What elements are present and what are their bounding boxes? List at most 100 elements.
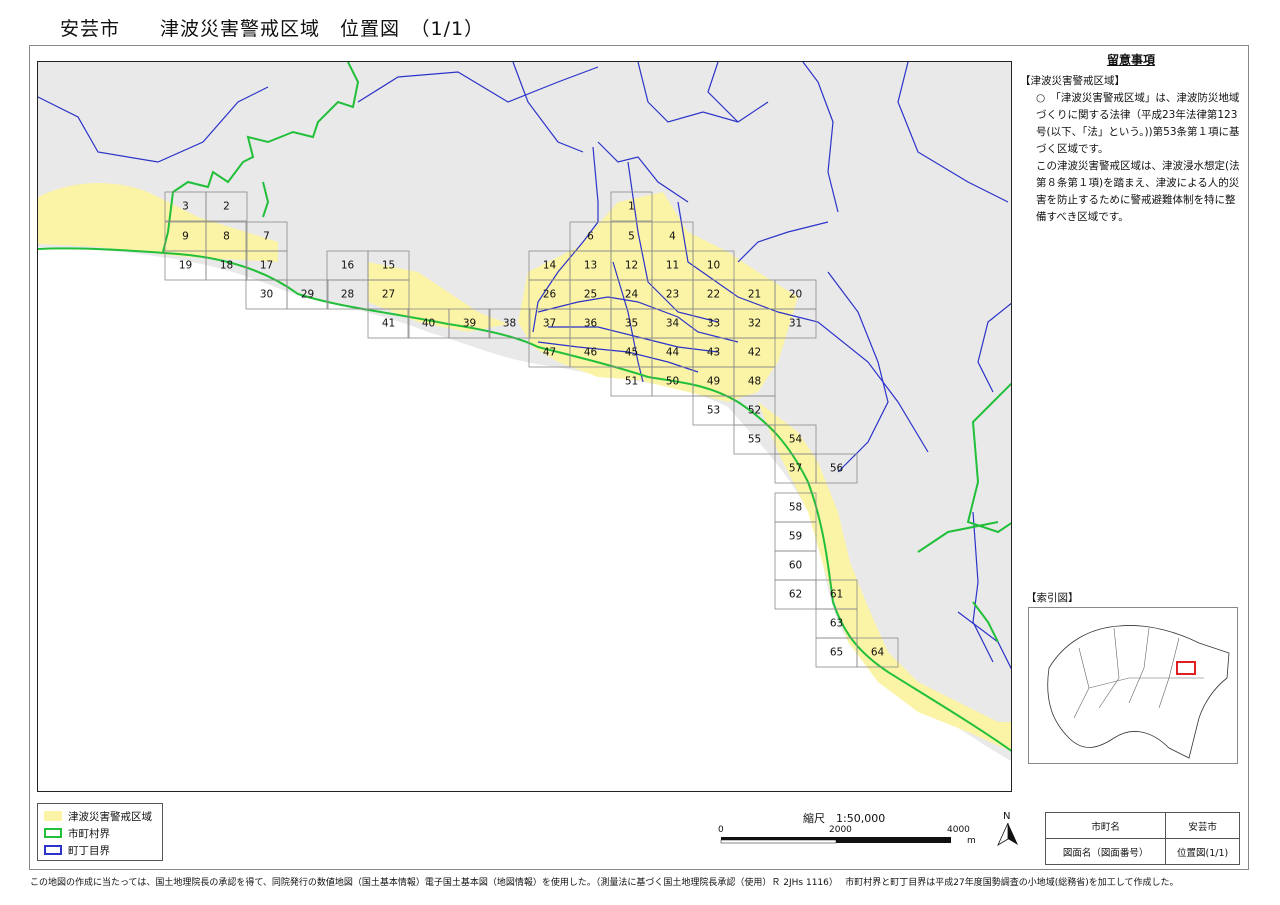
info-table: 市町名 安芸市 図面名（図面番号） 位置図(1/1) xyxy=(1044,812,1240,865)
map-sheet-number: 49 xyxy=(707,376,720,388)
map-sheet-number: 60 xyxy=(789,560,802,572)
map-sheet-number: 47 xyxy=(543,347,556,359)
page-title: 安芸市 津波災害警戒区域 位置図 （1/1） xyxy=(60,18,485,40)
map-sheet-number: 37 xyxy=(543,318,556,330)
legend-label-town: 町丁目界 xyxy=(68,844,110,857)
map-sheet-number: 1 xyxy=(628,201,635,213)
map-sheet-number: 7 xyxy=(263,231,270,243)
map-sheet-number: 51 xyxy=(625,376,638,388)
legend-item-zone: 津波災害警戒区域 xyxy=(44,809,152,823)
map-sheet-number: 40 xyxy=(422,318,435,330)
map-area[interactable]: 1 2 3 4 5 6 7 8 9 10 11 12 13 14 15 16 17 18 19 20 21 22 23 24 2… xyxy=(37,61,1012,792)
terrain-background xyxy=(38,62,1011,791)
map-sheet-number: 65 xyxy=(830,647,843,659)
map-canvas: 1234567891011121314151617181920212223242… xyxy=(38,62,1011,791)
index-map xyxy=(1028,607,1238,764)
info-row: 市町名 安芸市 xyxy=(1044,812,1240,839)
map-sheet-number: 12 xyxy=(625,260,638,272)
map-sheet-number: 29 xyxy=(301,289,314,301)
map-sheet-number: 17 xyxy=(260,260,273,272)
map-sheet-number: 55 xyxy=(748,434,761,446)
scale-unit: m xyxy=(967,836,976,846)
scale-bar: 縮尺 1:50,000 0 2000 4000 m xyxy=(715,808,985,858)
map-sheet-number: 9 xyxy=(182,231,189,243)
map-sheet-number: 56 xyxy=(830,463,844,475)
map-sheet-number: 42 xyxy=(748,347,761,359)
map-sheet-number: 46 xyxy=(584,347,598,359)
map-sheet-number: 27 xyxy=(382,289,395,301)
map-sheet-number: 16 xyxy=(341,260,355,272)
map-sheet-number: 18 xyxy=(220,260,233,272)
map-sheet-number: 30 xyxy=(260,289,273,301)
map-sheet-number: 41 xyxy=(382,318,395,330)
map-sheet-number: 25 xyxy=(584,289,597,301)
map-sheet-number: 59 xyxy=(789,531,802,543)
map-sheet-number: 48 xyxy=(748,376,761,388)
notes-panel: 留意事項 【津波災害警戒区域】 ○ 「津波災害警戒区域」は、津波防災地域づくりに… xyxy=(1020,52,1242,226)
map-sheet-number: 6 xyxy=(587,231,594,243)
notes-heading: 留意事項 xyxy=(1106,53,1155,67)
map-sheet-number: 11 xyxy=(666,260,679,272)
map-sheet-number: 13 xyxy=(584,260,597,272)
map-sheet-number: 3 xyxy=(182,201,189,213)
legend-item-city: 市町村界 xyxy=(44,826,110,840)
legend-swatch-town xyxy=(44,845,62,855)
info-row: 図面名（図面番号） 位置図(1/1) xyxy=(1044,838,1240,865)
footer-credit: この地図の作成に当たっては、国土地理院長の承認を得て、同院発行の数値地図（国土基… xyxy=(30,878,1179,888)
legend-label-zone: 津波災害警戒区域 xyxy=(68,810,152,823)
map-sheet-number: 57 xyxy=(789,463,802,475)
map-sheet-number: 20 xyxy=(789,289,802,301)
legend: 津波災害警戒区域 市町村界 町丁目界 xyxy=(37,803,163,861)
map-sheet-number: 10 xyxy=(707,260,720,272)
map-sheet-number: 4 xyxy=(669,231,676,243)
map-sheet-number: 63 xyxy=(830,618,843,630)
scale-tick-2000: 2000 xyxy=(829,825,852,835)
scale-tick-0: 0 xyxy=(718,825,724,835)
map-sheet-number: 2 xyxy=(223,201,230,213)
map-sheet-number: 14 xyxy=(543,260,557,272)
map-sheet-number: 26 xyxy=(543,289,557,301)
map-sheet-number: 21 xyxy=(748,289,761,301)
legend-swatch-city xyxy=(44,828,62,838)
map-sheet-number: 54 xyxy=(789,434,803,446)
map-sheet-number: 36 xyxy=(584,318,598,330)
map-sheet-number: 35 xyxy=(625,318,638,330)
map-sheet-number: 22 xyxy=(707,289,720,301)
map-sheet-number: 50 xyxy=(666,376,679,388)
map-sheet-number: 61 xyxy=(830,589,843,601)
map-sheet-number: 53 xyxy=(707,405,720,417)
legend-swatch-zone xyxy=(44,811,62,821)
legend-item-town: 町丁目界 xyxy=(44,843,110,857)
map-sheet-number: 64 xyxy=(871,647,885,659)
map-sheet-number: 62 xyxy=(789,589,802,601)
map-sheet-number: 24 xyxy=(625,289,639,301)
map-sheet-number: 23 xyxy=(666,289,679,301)
map-sheet-number: 43 xyxy=(707,347,720,359)
index-map-drawing xyxy=(1047,625,1230,759)
info-value-drawing: 位置図(1/1) xyxy=(1165,838,1240,865)
info-value-city: 安芸市 xyxy=(1165,812,1240,839)
notes-paragraph-1: ○ 「津波災害警戒区域」は、津波防災地域づくりに関する法律（平成23年法律第12… xyxy=(1036,92,1240,155)
info-key-drawing: 図面名（図面番号） xyxy=(1044,838,1167,865)
notes-paragraph-2: この津波災害警戒区域は、津波浸水想定(法第８条第１項)を踏まえ、津波による人的災… xyxy=(1036,160,1240,223)
index-map-label: 【索引図】 xyxy=(1026,592,1079,604)
info-key-city: 市町名 xyxy=(1044,812,1167,839)
notes-subheading: 【津波災害警戒区域】 xyxy=(1020,75,1125,87)
map-sheet-number: 15 xyxy=(382,260,395,272)
map-sheet-number: 34 xyxy=(666,318,680,330)
map-sheet-number: 39 xyxy=(463,318,476,330)
map-sheet-number: 19 xyxy=(179,260,192,272)
scale-tick-4000: 4000 xyxy=(947,825,970,835)
map-sheet-number: 52 xyxy=(748,405,761,417)
map-sheet-number: 44 xyxy=(666,347,680,359)
map-sheet-number: 45 xyxy=(625,347,638,359)
map-sheet-number: 5 xyxy=(628,231,635,243)
map-sheet-number: 58 xyxy=(789,502,802,514)
north-arrow-icon xyxy=(997,822,1018,847)
map-sheet-number: 31 xyxy=(789,318,802,330)
map-sheet-number: 28 xyxy=(341,289,354,301)
map-sheet-number: 38 xyxy=(503,318,516,330)
map-sheet-number: 33 xyxy=(707,318,720,330)
north-arrow: N xyxy=(996,811,1020,847)
map-sheet-number: 8 xyxy=(223,231,230,243)
